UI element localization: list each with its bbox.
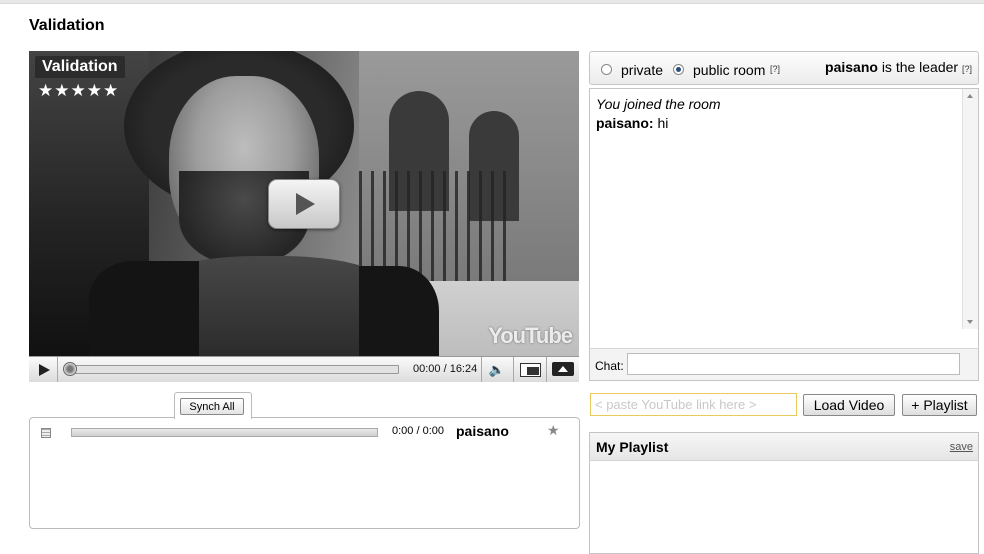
volume-button[interactable]: 🔈 <box>481 357 512 382</box>
fullscreen-button[interactable] <box>546 357 580 382</box>
top-border <box>0 0 984 4</box>
private-label[interactable]: private <box>621 62 663 78</box>
play-button[interactable] <box>29 357 58 382</box>
sync-time: 0:00 / 0:00 <box>392 425 444 437</box>
drag-handle-icon[interactable] <box>41 428 51 438</box>
playlist-panel: My Playlist save <box>589 432 979 554</box>
rating-stars[interactable]: ★★★★★ <box>38 81 119 101</box>
playlist-header: My Playlist save <box>590 433 978 461</box>
chat-scrollbar[interactable] <box>962 89 978 329</box>
youtube-link-input[interactable] <box>590 393 797 416</box>
sync-username: paisano <box>456 423 509 439</box>
load-video-button[interactable]: Load Video <box>803 394 895 416</box>
play-icon <box>39 364 50 376</box>
public-room-radio[interactable] <box>673 64 684 75</box>
scroll-down-icon[interactable] <box>967 320 973 324</box>
scroll-up-icon[interactable] <box>967 94 973 98</box>
speaker-icon: 🔈 <box>488 362 506 377</box>
private-radio[interactable] <box>601 64 612 75</box>
chat-log: You joined the room paisano: hi <box>589 88 979 350</box>
player-controls: 00:00 / 16:24 🔈 <box>29 356 579 382</box>
chat-input-label: Chat: <box>595 359 624 373</box>
public-room-label[interactable]: public room <box>693 62 765 78</box>
chat-message: paisano: hi <box>596 114 721 133</box>
chat-system-message: You joined the room <box>596 96 721 112</box>
chat-message-text: hi <box>657 115 669 131</box>
chat-messages: You joined the room paisano: hi <box>596 95 721 133</box>
video-player[interactable]: Validation ★★★★★ YouTube 00:00 / 16:24 🔈 <box>29 51 579 382</box>
playlist-save-link[interactable]: save <box>950 441 973 453</box>
sync-progress-bar[interactable] <box>71 428 378 437</box>
video-frame[interactable]: Validation ★★★★★ YouTube <box>29 51 579 356</box>
leader-suffix: is the leader <box>881 59 959 75</box>
resize-icon <box>520 363 541 377</box>
synch-tab: Synch All <box>174 392 252 419</box>
public-room-help-link[interactable]: [?] <box>770 64 780 74</box>
resize-button[interactable] <box>513 357 546 382</box>
time-display: 00:00 / 16:24 <box>413 363 478 375</box>
chat-input[interactable] <box>627 353 960 375</box>
big-play-button[interactable] <box>268 179 340 229</box>
chat-input-bar: Chat: <box>589 348 979 381</box>
video-overlay-title: Validation <box>35 56 125 78</box>
sync-panel: 0:00 / 0:00 paisano ★ <box>29 417 580 529</box>
leader-help-link[interactable]: [?] <box>962 64 972 74</box>
synch-all-button[interactable]: Synch All <box>180 398 244 415</box>
seek-handle[interactable] <box>63 362 77 376</box>
leader-name: paisano <box>825 59 878 75</box>
chat-message-user: paisano: <box>596 115 654 131</box>
play-icon <box>296 193 315 215</box>
add-playlist-button[interactable]: + Playlist <box>902 394 977 416</box>
playlist-title: My Playlist <box>596 439 669 455</box>
youtube-logo[interactable]: YouTube <box>488 323 573 349</box>
seek-bar[interactable] <box>65 365 399 374</box>
video-jacket-right <box>359 266 439 356</box>
leader-info: paisano is the leader [?] <box>825 59 972 75</box>
room-header: private public room [?] paisano is the l… <box>589 51 979 85</box>
page-title: Validation <box>29 17 105 34</box>
star-icon[interactable]: ★ <box>547 422 560 439</box>
fullscreen-icon <box>552 362 574 376</box>
video-jacket-left <box>89 261 199 356</box>
